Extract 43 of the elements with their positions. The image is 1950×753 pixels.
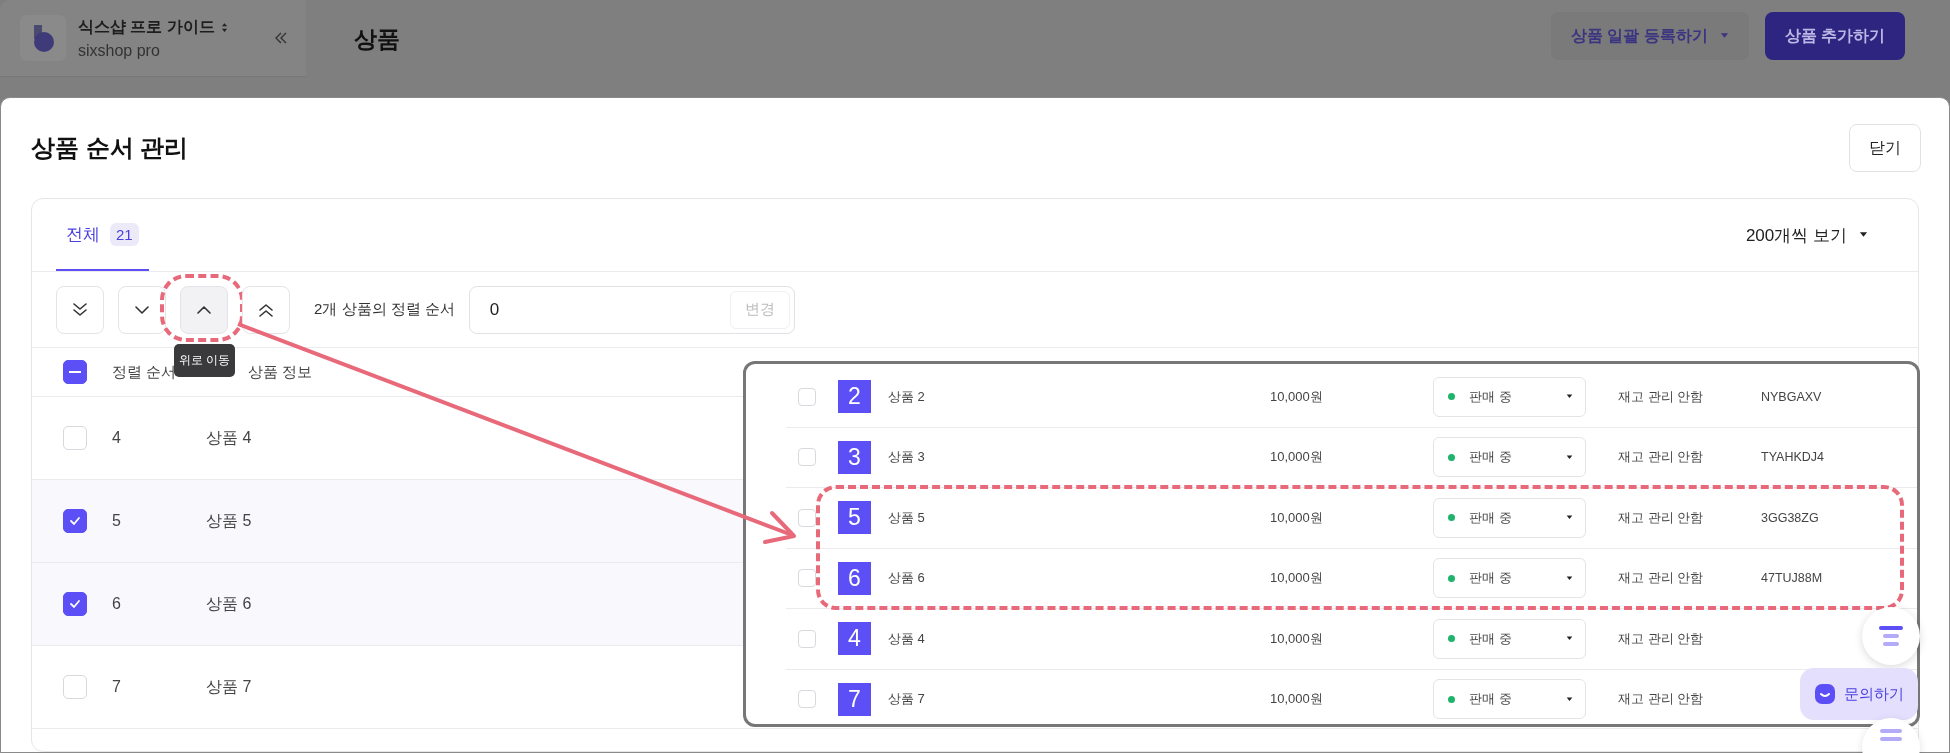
price: 10,000원: [1270, 629, 1324, 648]
stock-status: 재고 관리 안함: [1618, 508, 1705, 527]
order-badge: 7: [838, 682, 871, 716]
product-code: 3GG38ZG: [1761, 510, 1819, 525]
order-number: 4: [112, 429, 122, 447]
product-name: 상품 3: [888, 448, 926, 467]
order-badge: 6: [838, 561, 871, 595]
order-number: 7: [112, 678, 122, 696]
stock-status: 재고 관리 안함: [1618, 569, 1705, 588]
order-badge: 4: [838, 622, 871, 656]
column-header: 상품 정보: [248, 362, 313, 382]
product-name: 상품 4: [888, 629, 926, 648]
stock-status: 재고 관리 안함: [1618, 629, 1705, 648]
order-number: 5: [112, 512, 122, 530]
order-number: 6: [112, 595, 122, 613]
product-name: 상품 5: [888, 508, 926, 527]
price: 10,000원: [1270, 508, 1324, 527]
count-badge: 21: [110, 222, 139, 246]
product-name: 상품 6: [888, 569, 926, 588]
price: 10,000원: [1270, 690, 1324, 709]
stock-status: 재고 관리 안함: [1618, 387, 1705, 406]
stock-status: 재고 관리 안함: [1618, 690, 1705, 709]
product-name: 상품 4: [206, 427, 252, 448]
product-name: 상품 7: [206, 676, 252, 697]
page-title: 상품: [354, 25, 400, 54]
price: 10,000원: [1270, 569, 1324, 588]
stock-status: 재고 관리 안함: [1618, 448, 1705, 467]
order-badge: 5: [838, 501, 871, 535]
product-name: 상품 7: [888, 690, 926, 709]
product-name: 상품 6: [206, 593, 252, 614]
price: 10,000원: [1270, 387, 1324, 406]
order-badge: 2: [838, 380, 871, 414]
product-name: 상품 2: [888, 387, 926, 406]
order-badge: 3: [838, 440, 871, 474]
order-label: 2개 상품의 정렬 순서: [314, 300, 455, 319]
tooltip: 위로 이동: [174, 343, 236, 377]
product-code: TYAHKDJ4: [1761, 450, 1824, 465]
product-name: 상품 5: [206, 510, 252, 531]
product-code: 47TUJ88M: [1761, 571, 1823, 586]
workspace-subtitle: sixshop pro: [78, 41, 161, 60]
modal-title: 상품 순서 관리: [31, 133, 189, 163]
product-code: NYBGAXV: [1761, 389, 1822, 404]
price: 10,000원: [1270, 448, 1324, 467]
